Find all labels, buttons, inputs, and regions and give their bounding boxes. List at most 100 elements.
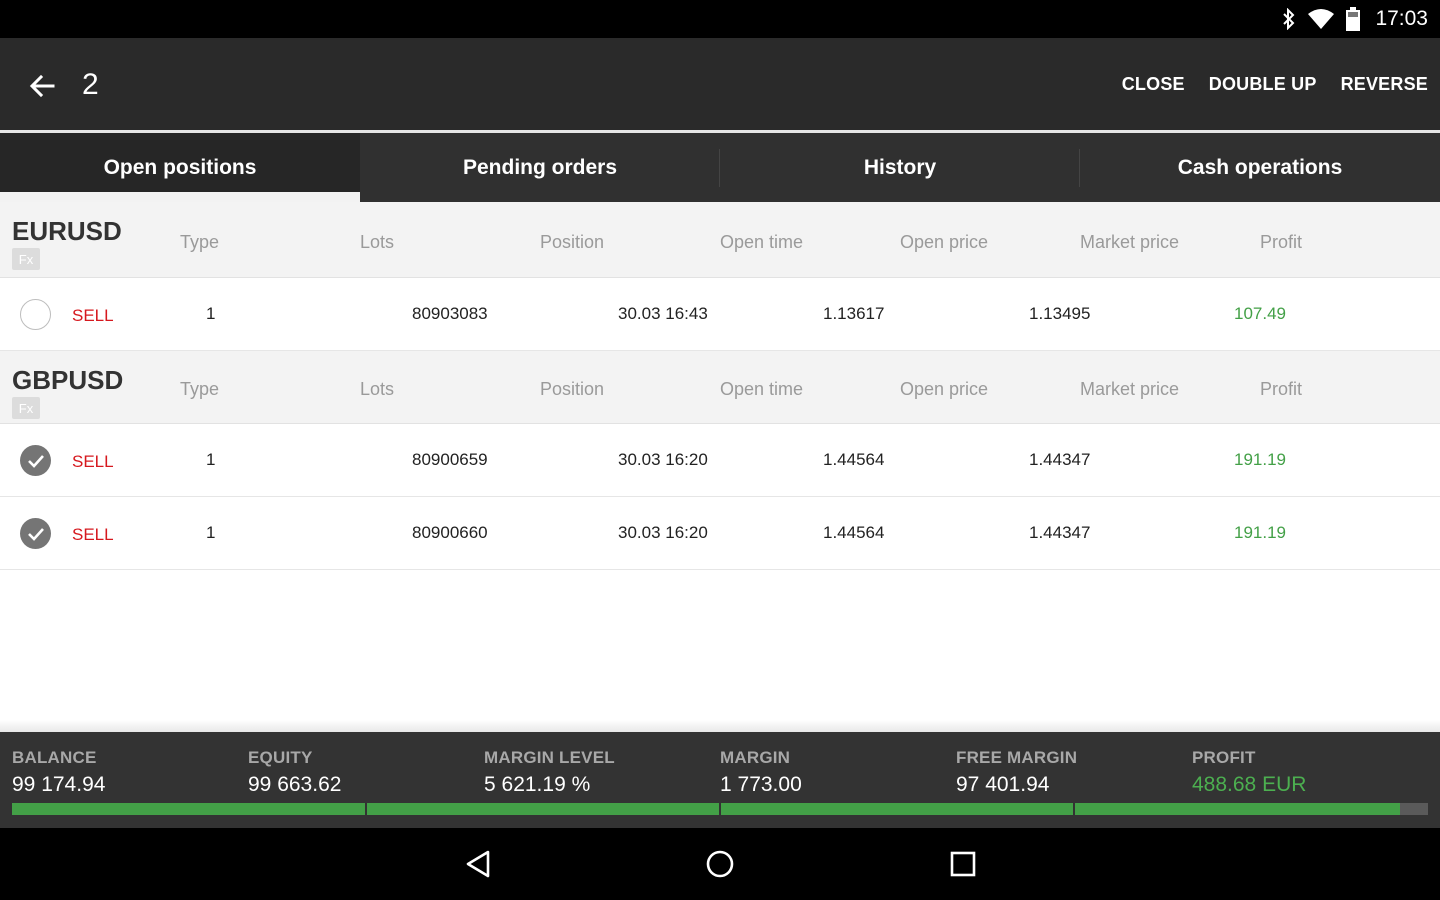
position-type: SELL [72, 525, 114, 544]
system-nav-bar [0, 828, 1440, 900]
summary-label: FREE MARGIN [956, 748, 1078, 767]
summary-margin-level: MARGIN LEVEL 5 621.19 % [484, 748, 615, 797]
active-tab-indicator [0, 192, 360, 202]
tab-pending-orders[interactable]: Pending orders [360, 133, 720, 202]
column-header-open-price: Open price [900, 379, 989, 399]
position-market-price: 1.13495 [1029, 304, 1091, 323]
row-select-checkbox[interactable] [20, 518, 51, 549]
summary-label: EQUITY [248, 748, 313, 767]
selected-count-title: 2 [82, 68, 99, 101]
margin-progress-fill [12, 803, 1400, 815]
bluetooth-icon [1281, 8, 1297, 30]
position-profit: 191.19 [1234, 450, 1286, 469]
back-triangle-icon[interactable] [460, 848, 496, 880]
position-market-price: 1.44347 [1029, 450, 1091, 469]
tab-cash-operations[interactable]: Cash operations [1080, 133, 1440, 202]
content-divider [0, 720, 1440, 732]
position-type: SELL [72, 452, 114, 471]
summary-value: 488.68 EUR [1192, 773, 1307, 796]
fx-badge: Fx [12, 397, 40, 419]
battery-icon [1345, 7, 1361, 31]
position-market-price: 1.44347 [1029, 523, 1091, 542]
tab-label: Open positions [103, 155, 257, 179]
column-header-position: Position [540, 232, 605, 252]
summary-value: 99 174.94 [12, 773, 106, 796]
status-icons: 17:03 [1281, 0, 1428, 38]
column-header-market-price: Market price [1080, 232, 1180, 252]
symbol-name: EURUSD [12, 216, 122, 246]
column-header-lots: Lots [360, 379, 395, 399]
position-open-price: 1.13617 [823, 304, 885, 323]
tab-bar: Open positions Pending orders History Ca… [0, 133, 1440, 202]
margin-progress-bar [12, 803, 1428, 815]
position-row[interactable]: SELL 1 80903083 30.03 16:43 1.13617 1.13… [0, 278, 1440, 351]
appbar-actions: CLOSE DOUBLE UP REVERSE [1122, 74, 1428, 95]
tab-label: Pending orders [462, 155, 618, 179]
back-arrow-icon[interactable] [22, 66, 62, 106]
close-button[interactable]: CLOSE [1122, 74, 1185, 95]
row-select-checkbox[interactable] [20, 299, 51, 330]
check-icon [27, 527, 44, 541]
row-select-checkbox[interactable] [20, 445, 51, 476]
tab-label: Cash operations [1177, 155, 1343, 179]
recents-square-icon[interactable] [945, 848, 981, 880]
app-root: 17:03 2 CLOSE DOUBLE UP REVERSE Open pos… [0, 0, 1440, 900]
group-header-eurusd: EURUSD Fx Type Lots Position Open time O… [0, 202, 1440, 278]
column-header-open-price: Open price [900, 232, 989, 252]
position-open-time: 30.03 16:20 [618, 450, 708, 469]
summary-value: 1 773.00 [720, 773, 802, 796]
home-circle-icon[interactable] [702, 848, 738, 880]
column-header-profit: Profit [1260, 232, 1303, 252]
summary-label: BALANCE [12, 748, 97, 767]
app-bar: 2 CLOSE DOUBLE UP REVERSE [0, 38, 1440, 130]
position-profit: 191.19 [1234, 523, 1286, 542]
summary-value: 99 663.62 [248, 773, 342, 796]
column-header-open-time: Open time [720, 379, 804, 399]
position-open-time: 30.03 16:20 [618, 523, 708, 542]
column-header-market-price: Market price [1080, 379, 1180, 399]
summary-label: MARGIN [720, 748, 791, 767]
positions-list: EURUSD Fx Type Lots Position Open time O… [0, 202, 1440, 725]
check-icon [27, 454, 44, 468]
progress-separator [365, 803, 367, 815]
column-header-lots: Lots [360, 232, 395, 252]
position-open-price: 1.44564 [823, 523, 885, 542]
wifi-icon [1307, 8, 1335, 30]
position-row[interactable]: SELL 1 80900660 30.03 16:20 1.44564 1.44… [0, 497, 1440, 570]
progress-separator [719, 803, 721, 815]
summary-label: PROFIT [1192, 748, 1256, 767]
position-lots: 1 [206, 450, 216, 469]
tab-label: History [863, 155, 937, 179]
summary-profit: PROFIT 488.68 EUR [1192, 748, 1306, 797]
status-bar: 17:03 [0, 0, 1440, 38]
tab-history[interactable]: History [720, 133, 1080, 202]
column-header-position: Position [540, 379, 605, 399]
position-row[interactable]: SELL 1 80900659 30.03 16:20 1.44564 1.44… [0, 424, 1440, 497]
summary-value: 5 621.19 % [484, 773, 591, 796]
status-time: 17:03 [1375, 7, 1428, 30]
summary-free-margin: FREE MARGIN 97 401.94 [956, 748, 1077, 797]
group-header-gbpusd: GBPUSD Fx Type Lots Position Open time O… [0, 351, 1440, 424]
summary-margin: MARGIN 1 773.00 [720, 748, 802, 797]
summary-value: 97 401.94 [956, 773, 1050, 796]
summary-equity: EQUITY 99 663.62 [248, 748, 341, 797]
position-id: 80900659 [412, 450, 488, 469]
position-id: 80903083 [412, 304, 488, 323]
double-up-button[interactable]: DOUBLE UP [1209, 74, 1317, 95]
position-type: SELL [72, 306, 114, 325]
tab-open-positions[interactable]: Open positions [0, 133, 360, 202]
symbol-name: GBPUSD [12, 365, 124, 395]
position-open-time: 30.03 16:43 [618, 304, 708, 323]
column-header-type: Type [180, 232, 220, 252]
fx-badge: Fx [12, 248, 40, 270]
column-header-open-time: Open time [720, 232, 804, 252]
position-id: 80900660 [412, 523, 488, 542]
progress-separator [1073, 803, 1075, 815]
summary-balance: BALANCE 99 174.94 [12, 748, 105, 797]
position-profit: 107.49 [1234, 304, 1286, 323]
position-lots: 1 [206, 304, 216, 323]
column-header-type: Type [180, 379, 220, 399]
position-open-price: 1.44564 [823, 450, 885, 469]
column-header-profit: Profit [1260, 379, 1303, 399]
reverse-button[interactable]: REVERSE [1341, 74, 1428, 95]
